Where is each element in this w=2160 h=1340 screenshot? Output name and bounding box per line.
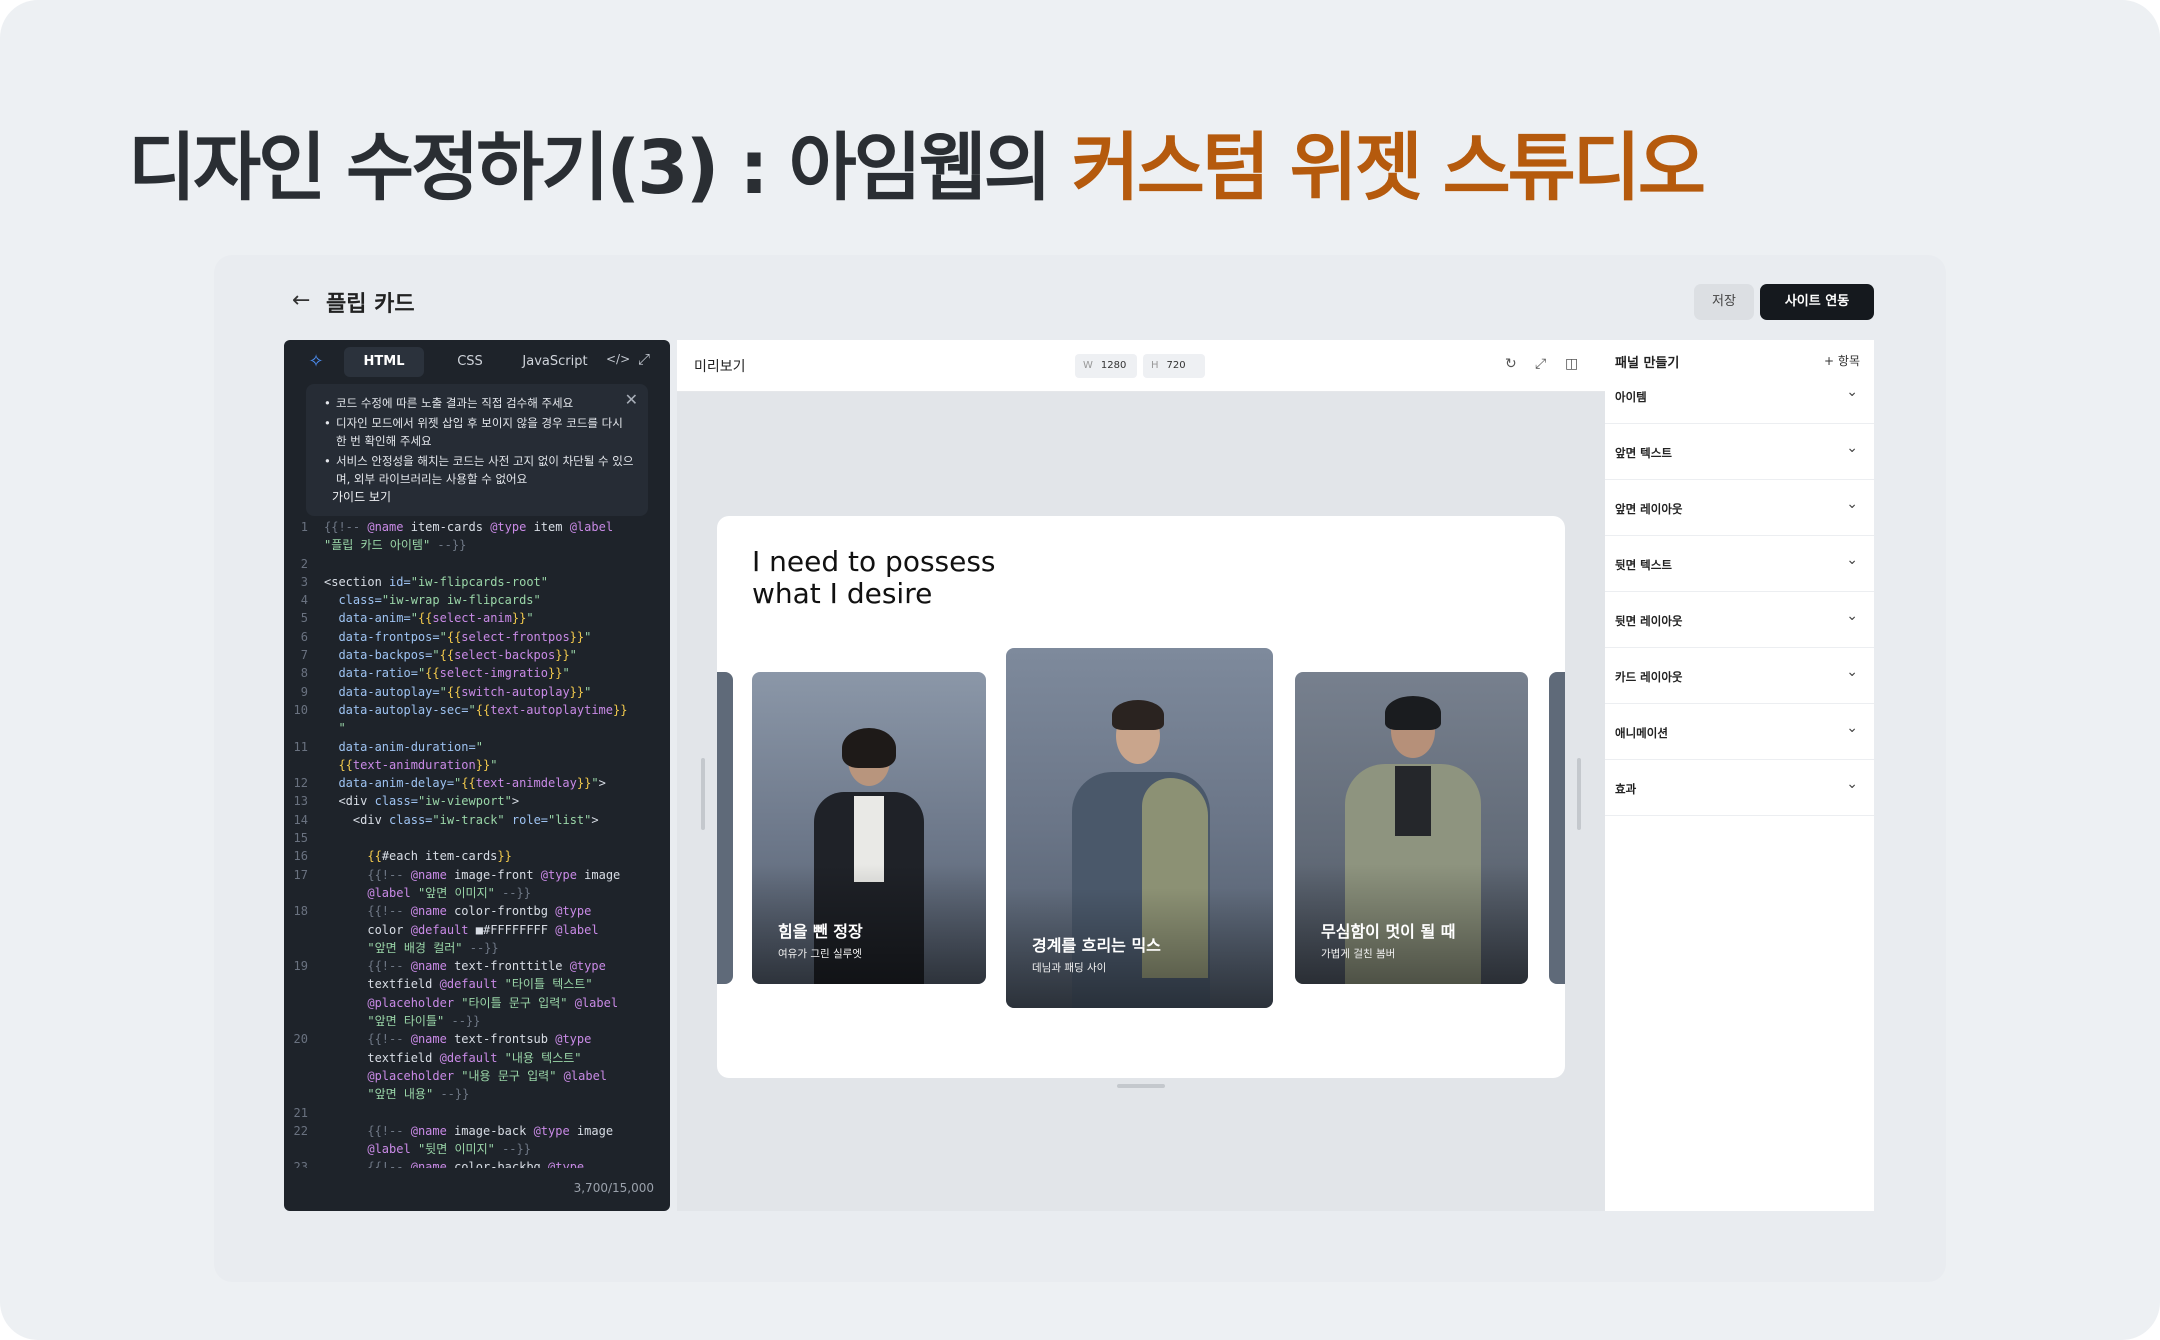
card-title: 무심함이 멋이 될 때 [1321, 922, 1456, 941]
notice-item: 코드 수정에 따른 노출 결과는 직접 검수해 주세요 [324, 394, 634, 412]
chevron-down-icon: ⌄ [1846, 608, 1858, 624]
chevron-down-icon: ⌄ [1846, 720, 1858, 736]
editor-tabs: ✧ HTML CSS JavaScript </> ⤢ [284, 340, 670, 384]
widget-preview-frame: I need to possess what I desire 힘을 뺀 정장 … [717, 516, 1565, 1078]
chevron-down-icon: ⌄ [1846, 776, 1858, 792]
arrow-left-icon[interactable]: ← [292, 288, 310, 313]
resize-handle-right[interactable] [1577, 758, 1581, 830]
accordion-front-text[interactable]: 앞면 텍스트 ⌄ [1605, 424, 1874, 480]
character-counter: 3,700/15,000 [571, 1181, 656, 1195]
flip-card-partial[interactable] [717, 672, 733, 984]
accordion-front-layout[interactable]: 앞면 레이아웃 ⌄ [1605, 480, 1874, 536]
accordion-items[interactable]: 아이템 ⌄ [1605, 368, 1874, 424]
refresh-icon[interactable]: ↻ [1505, 356, 1517, 372]
width-label: W [1083, 360, 1093, 371]
widget-heading-line-1: I need to possess [752, 545, 996, 578]
accordion-label: 앞면 텍스트 [1615, 446, 1672, 460]
card-subtitle: 데님과 패딩 사이 [1032, 962, 1107, 974]
chevron-down-icon: ⌄ [1846, 496, 1858, 512]
card-subtitle: 여유가 그린 실루엣 [778, 948, 862, 960]
expand-icon[interactable]: ⤢ [638, 350, 650, 368]
resize-handle-left[interactable] [701, 758, 705, 830]
notice-item: 디자인 모드에서 위젯 삽입 후 보이지 않을 경우 코드를 다시 한 번 확인… [324, 414, 634, 450]
height-value: 720 [1166, 360, 1186, 371]
settings-side-panel: 패널 만들기 + 항목 아이템 ⌄ 앞면 텍스트 ⌄ 앞면 레이아웃 ⌄ 뒷면 텍스트… [1605, 340, 1874, 1211]
flip-card[interactable]: 무심함이 멋이 될 때 가볍게 걸친 봄버 [1295, 672, 1528, 984]
accordion-label: 앞면 레이아웃 [1615, 502, 1683, 516]
card-title: 경계를 흐리는 믹스 [1032, 936, 1161, 955]
guide-link[interactable]: 가이드 보기 [332, 488, 391, 505]
flip-card[interactable]: 힘을 뺀 정장 여유가 그린 실루엣 [752, 672, 986, 984]
studio-topbar: ← 플립 카드 저장 사이트 연동 [286, 278, 1874, 330]
card-title: 힘을 뺀 정장 [778, 922, 863, 941]
accordion-effects[interactable]: 효과 ⌄ [1605, 760, 1874, 816]
accordion-label: 뒷면 레이아웃 [1615, 614, 1683, 628]
resize-handle-bottom[interactable] [1117, 1084, 1165, 1088]
tab-html[interactable]: HTML [344, 347, 424, 377]
preview-title: 미리보기 [694, 359, 746, 375]
height-field[interactable]: H 720 [1143, 354, 1205, 378]
accordion-label: 카드 레이아웃 [1615, 670, 1683, 684]
preview-toolbar: 미리보기 W 1280 H 720 ↻ ⤢ ◫ [677, 340, 1605, 392]
flip-card-active[interactable]: 경계를 흐리는 믹스 데님과 패딩 사이 [1006, 648, 1273, 1008]
flip-card-partial[interactable] [1549, 672, 1565, 984]
slide-headline: 디자인 수정하기(3) : 아임웹의 커스텀 위젯 스튜디오 [128, 108, 1706, 215]
height-label: H [1151, 360, 1159, 371]
accordion-card-layout[interactable]: 카드 레이아웃 ⌄ [1605, 648, 1874, 704]
page-title: 플립 카드 [326, 292, 415, 317]
widget-heading: I need to possess what I desire [752, 546, 996, 610]
ai-sparkle-icon[interactable]: ✧ [304, 350, 328, 374]
card-subtitle: 가볍게 걸친 봄버 [1321, 948, 1396, 960]
save-button[interactable]: 저장 [1694, 284, 1754, 320]
panel-toggle-icon[interactable]: ◫ [1565, 356, 1578, 372]
widget-heading-line-2: what I desire [752, 577, 933, 610]
accordion-animation[interactable]: 애니메이션 ⌄ [1605, 704, 1874, 760]
width-value: 1280 [1100, 360, 1127, 371]
chevron-down-icon: ⌄ [1846, 664, 1858, 680]
fullscreen-icon[interactable]: ⤢ [1535, 356, 1546, 372]
code-editor-panel: ✧ HTML CSS JavaScript </> ⤢ 코드 수정에 따른 노출… [284, 340, 670, 1211]
tab-javascript[interactable]: JavaScript [510, 347, 600, 377]
preview-panel: 미리보기 W 1280 H 720 ↻ ⤢ ◫ I need to possess … [677, 340, 1605, 1211]
accordion-label: 뒷면 텍스트 [1615, 558, 1672, 572]
notice-item: 서비스 안정성을 해치는 코드는 사전 고지 없이 차단될 수 있으며, 외부 … [324, 452, 634, 488]
code-view-icon[interactable]: </> [606, 352, 630, 366]
tab-css[interactable]: CSS [434, 347, 506, 377]
slide-background: 디자인 수정하기(3) : 아임웹의 커스텀 위젯 스튜디오 ← 플립 카드 저… [0, 0, 2160, 1340]
chevron-down-icon: ⌄ [1846, 440, 1858, 456]
chevron-down-icon: ⌄ [1846, 384, 1858, 400]
accordion-back-layout[interactable]: 뒷면 레이아웃 ⌄ [1605, 592, 1874, 648]
code-area[interactable]: 1 {{!-- @name item-cards @type item @labe… [284, 518, 670, 1168]
accordion-back-text[interactable]: 뒷면 텍스트 ⌄ [1605, 536, 1874, 592]
accordion-label: 아이템 [1615, 390, 1647, 404]
accordion-label: 애니메이션 [1615, 726, 1668, 740]
close-icon[interactable]: ✕ [625, 390, 638, 409]
add-item-button[interactable]: + 항목 [1824, 352, 1860, 369]
width-field[interactable]: W 1280 [1075, 354, 1137, 378]
site-sync-button[interactable]: 사이트 연동 [1760, 284, 1874, 320]
headline-prefix: 디자인 수정하기(3) : 아임웹의 [128, 125, 1072, 211]
chevron-down-icon: ⌄ [1846, 552, 1858, 568]
accordion-label: 효과 [1615, 782, 1637, 796]
headline-accent: 커스텀 위젯 스튜디오 [1071, 125, 1706, 211]
